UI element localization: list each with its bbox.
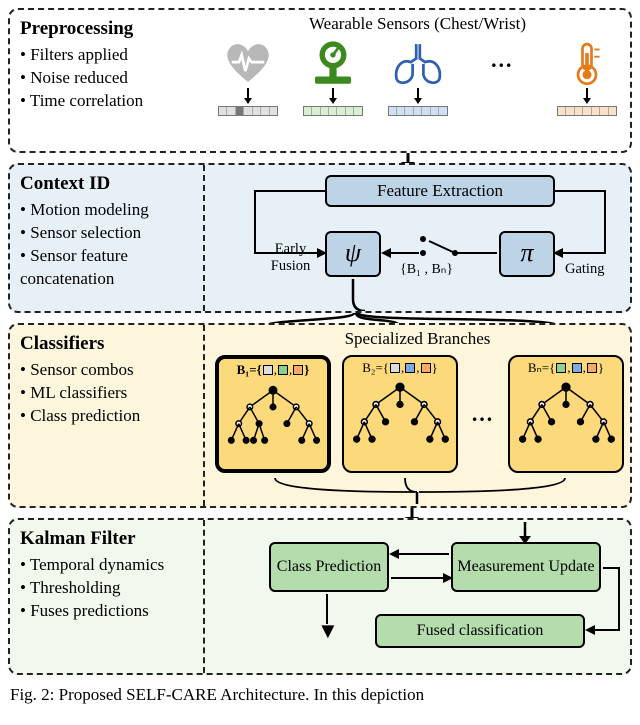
- tree-icon: [513, 376, 619, 458]
- sensor-temp: [552, 40, 622, 116]
- sensor-header: Wearable Sensors (Chest/Wrist): [205, 14, 630, 34]
- panel-classifiers: Classifiers Sensor combos ML classifiers…: [8, 323, 632, 508]
- classifiers-bullets: Sensor combos ML classifiers Class predi…: [20, 359, 197, 428]
- pi-box: π: [499, 231, 555, 277]
- sensor-lungs: [383, 40, 453, 116]
- arrow-lungs-down: [417, 88, 419, 100]
- kalman-bullets: Temporal dynamics Thresholding Fuses pre…: [20, 554, 197, 623]
- early-fusion-label: Early Fusion: [263, 241, 318, 275]
- classifiers-fanin: [205, 476, 630, 506]
- branches-row: B₁={ ,, }: [215, 355, 624, 473]
- strip-temp: [557, 106, 617, 116]
- heart-icon: [221, 40, 275, 86]
- fused-classification-box: Fused classification: [375, 614, 585, 648]
- classifiers-b3: Class prediction: [20, 405, 197, 428]
- b2-label: B₂={ ,, }: [362, 360, 438, 376]
- kalman-b1: Temporal dynamics: [20, 554, 197, 577]
- arrow-temp-down: [586, 88, 588, 100]
- tree-icon: [347, 376, 453, 458]
- classifiers-side: Classifiers Sensor combos ML classifiers…: [10, 325, 205, 506]
- strip-heart: [218, 106, 278, 116]
- context-side: Context ID Motion modeling Sensor select…: [10, 165, 205, 311]
- preproc-bullets: Filters applied Noise reduced Time corre…: [20, 44, 197, 113]
- context-b3: Sensor feature concatenation: [20, 245, 197, 291]
- branch-ellipsis: …: [469, 394, 497, 434]
- sensor-heart: [213, 40, 283, 116]
- panel-context: Context ID Motion modeling Sensor select…: [8, 163, 632, 313]
- context-b2: Sensor selection: [20, 222, 197, 245]
- classifiers-b1: Sensor combos: [20, 359, 197, 382]
- strip-scale: [303, 106, 363, 116]
- preproc-side: Preprocessing Filters applied Noise redu…: [10, 10, 205, 151]
- figure-canvas: Preprocessing Filters applied Noise redu…: [0, 0, 640, 725]
- gating-label: Gating: [565, 261, 604, 278]
- kalman-side: Kalman Filter Temporal dynamics Threshol…: [10, 520, 205, 673]
- preproc-title: Preprocessing: [20, 18, 197, 40]
- kalman-b3: Fuses predictions: [20, 600, 197, 623]
- kalman-b2: Thresholding: [20, 577, 197, 600]
- tree-icon: [222, 378, 324, 460]
- feature-extraction-box: Feature Extraction: [325, 175, 555, 207]
- sensor-scale: [298, 40, 368, 116]
- sensor-ellipsis: …: [467, 40, 537, 80]
- arrow-scale-down: [332, 88, 334, 100]
- branch-b2: B₂={ ,, }: [342, 355, 458, 473]
- measurement-update-box: Measurement Update: [451, 542, 601, 592]
- kalman-main: Class Prediction Measurement Update Fuse…: [205, 520, 630, 673]
- specialized-branches-label: Specialized Branches: [205, 329, 630, 349]
- classifiers-main: Specialized Branches B₁={ ,, }: [205, 325, 630, 506]
- preproc-main: Wearable Sensors (Chest/Wrist): [205, 10, 630, 151]
- context-title: Context ID: [20, 173, 197, 195]
- figure-caption: Fig. 2: Proposed SELF-CARE Architecture.…: [8, 685, 632, 705]
- scale-icon: [306, 40, 360, 86]
- preproc-b1: Filters applied: [20, 44, 197, 67]
- panel-preprocessing: Preprocessing Filters applied Noise redu…: [8, 8, 632, 153]
- classifiers-title: Classifiers: [20, 333, 197, 355]
- context-bullets: Motion modeling Sensor selection Sensor …: [20, 199, 197, 291]
- bn-label: Bₙ={ ,, }: [528, 360, 604, 376]
- branch-b1: B₁={ ,, }: [215, 355, 331, 473]
- strip-lungs: [388, 106, 448, 116]
- preproc-b3: Time correlation: [20, 90, 197, 113]
- funnel-icon: ▼: [317, 618, 339, 644]
- context-main: Feature Extraction ψ π Early Fusion {B₁ …: [205, 165, 630, 311]
- context-b1: Motion modeling: [20, 199, 197, 222]
- psi-box: ψ: [325, 231, 381, 277]
- classifiers-b2: ML classifiers: [20, 382, 197, 405]
- panel-kalman: Kalman Filter Temporal dynamics Threshol…: [8, 518, 632, 675]
- kalman-title: Kalman Filter: [20, 528, 197, 550]
- sensor-icons-row: …: [213, 40, 622, 116]
- lungs-icon: [391, 40, 445, 86]
- class-prediction-box: Class Prediction: [269, 542, 389, 592]
- arrow-heart-down: [247, 88, 249, 100]
- branch-set-label: {B₁ , Bₙ}: [400, 261, 453, 278]
- thermometer-icon: [560, 40, 614, 86]
- branch-bn: Bₙ={ ,, }: [508, 355, 624, 473]
- b1-label: B₁={ ,, }: [237, 362, 310, 378]
- preproc-b2: Noise reduced: [20, 67, 197, 90]
